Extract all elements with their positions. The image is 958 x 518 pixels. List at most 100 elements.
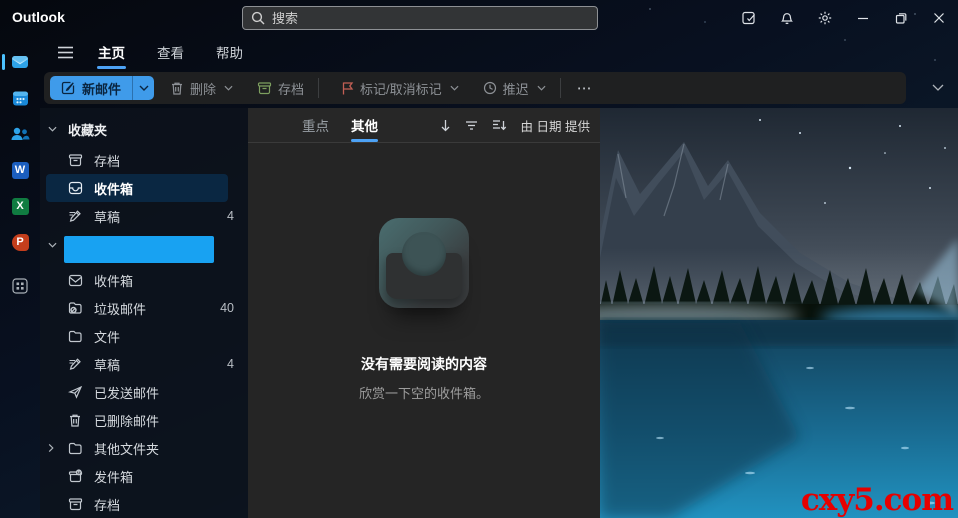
archive-label: 存档 — [278, 81, 305, 97]
word-icon: W — [11, 161, 29, 179]
outbox-icon — [68, 469, 84, 483]
folder-item-drafts-account[interactable]: 草稿 4 — [40, 350, 248, 378]
drafts-pencil-icon — [68, 357, 84, 371]
minimize-button[interactable] — [844, 0, 882, 36]
new-mail-label: 新邮件 — [82, 81, 122, 97]
empty-state-title: 没有需要阅读的内容 — [361, 356, 487, 372]
flag-button[interactable]: 标记/取消标记 — [333, 75, 467, 101]
rail-powerpoint-button[interactable]: P — [0, 224, 40, 260]
folder-item-inbox-selected[interactable]: 收件箱 — [46, 174, 228, 202]
folder-item-archive[interactable]: 存档 — [40, 146, 248, 174]
folder-label: 发件箱 — [94, 469, 134, 485]
rail-more-apps-button[interactable] — [0, 268, 40, 304]
snooze-label: 推迟 — [502, 81, 529, 97]
favorites-header[interactable]: 收藏夹 — [40, 116, 248, 142]
toolbar-separator — [559, 78, 561, 98]
folder-label: 其他文件夹 — [94, 441, 160, 457]
flag-label: 标记/取消标记 — [360, 81, 442, 97]
more-options-button[interactable]: ⋯ — [567, 79, 603, 97]
folder-item-junk[interactable]: 垃圾邮件 40 — [40, 294, 248, 322]
folder-count: 4 — [227, 209, 234, 223]
toolbar-row: 新邮件 删除 存档 标记/取消标记 推迟 ⋯ — [40, 68, 958, 108]
ribbon-menubar: 主页 查看 帮助 — [40, 36, 958, 69]
folder-item-deleted[interactable]: 已删除邮件 — [40, 406, 248, 434]
sort-direction-arrow-icon[interactable] — [440, 119, 451, 132]
folder-label: 收件箱 — [94, 181, 134, 197]
folder-label: 草稿 — [94, 209, 121, 225]
compose-icon — [61, 81, 75, 95]
app-rail: W X P — [0, 36, 40, 518]
apps-grid-icon — [12, 278, 28, 294]
empty-inbox-illustration — [379, 218, 469, 308]
close-button[interactable] — [920, 0, 958, 36]
chevron-down-icon — [139, 85, 149, 91]
folder-label: 文件 — [94, 329, 121, 345]
folder-label: 已删除邮件 — [94, 413, 160, 429]
people-icon — [11, 127, 30, 140]
sort-options-icon[interactable] — [492, 119, 507, 131]
junk-folder-icon — [68, 301, 84, 315]
sort-by-date-label[interactable]: 由 日期 提供 — [521, 116, 590, 135]
chevron-down-icon — [224, 85, 233, 91]
new-mail-button[interactable]: 新邮件 — [50, 76, 132, 100]
delete-button[interactable]: 删除 — [162, 75, 241, 101]
tab-focused[interactable]: 重点 — [294, 109, 337, 141]
tab-other[interactable]: 其他 — [343, 109, 386, 142]
folder-label: 已发送邮件 — [94, 385, 160, 401]
tab-help[interactable]: 帮助 — [206, 38, 253, 66]
delete-label: 删除 — [190, 81, 217, 97]
folder-count: 40 — [220, 301, 234, 315]
calendar-icon — [12, 91, 28, 105]
word-letter: W — [14, 164, 26, 176]
folder-item-inbox[interactable]: 收件箱 — [40, 266, 248, 294]
folder-item-drafts[interactable]: 草稿 4 — [40, 202, 248, 230]
notifications-bell-icon[interactable] — [768, 0, 806, 36]
snooze-button[interactable]: 推迟 — [475, 75, 554, 101]
new-mail-dropdown[interactable] — [132, 76, 154, 100]
folder-item-files[interactable]: 文件 — [40, 322, 248, 350]
active-rail-indicator — [2, 54, 5, 70]
wallpaper-art — [600, 108, 958, 518]
folder-label: 收件箱 — [94, 273, 134, 289]
rail-excel-button[interactable]: X — [0, 188, 40, 224]
folder-item-archive-account[interactable]: 存档 — [40, 490, 248, 518]
archive-icon — [257, 82, 272, 95]
chevron-right-icon — [48, 443, 54, 453]
search-input[interactable] — [272, 10, 589, 26]
tab-home[interactable]: 主页 — [88, 38, 135, 69]
hamburger-menu-icon[interactable] — [48, 39, 82, 65]
message-list-panel: 重点 其他 由 日期 提供 没有需要阅读的内容 欣赏一下空的收件箱。 — [248, 108, 600, 518]
settings-gear-icon[interactable] — [806, 0, 844, 36]
sent-plane-icon — [68, 385, 84, 399]
search-box[interactable] — [242, 6, 598, 30]
drafts-pencil-icon — [68, 209, 84, 223]
ppt-letter: P — [16, 236, 24, 248]
folder-item-outbox[interactable]: 发件箱 — [40, 462, 248, 490]
notes-icon[interactable] — [730, 0, 768, 36]
chevron-down-icon — [450, 85, 459, 91]
restore-button[interactable] — [882, 0, 920, 36]
inbox-icon — [68, 181, 84, 195]
folder-item-other-folders[interactable]: 其他文件夹 — [40, 434, 248, 462]
tab-view[interactable]: 查看 — [147, 38, 194, 66]
empty-inbox-state: 没有需要阅读的内容 欣赏一下空的收件箱。 — [248, 143, 600, 517]
archive-button[interactable]: 存档 — [249, 75, 312, 101]
inbox-tray-graphic — [386, 232, 462, 299]
folder-icon — [68, 330, 84, 343]
folder-item-sent[interactable]: 已发送邮件 — [40, 378, 248, 406]
rail-word-button[interactable]: W — [0, 152, 40, 188]
wallpaper-night-lake: cxy5.com — [600, 108, 958, 518]
excel-letter: X — [16, 200, 24, 212]
excel-icon: X — [11, 197, 29, 215]
rail-calendar-button[interactable] — [0, 80, 40, 116]
titlebar: Outlook — [0, 0, 958, 36]
rail-mail-button[interactable] — [0, 44, 40, 80]
filter-icon[interactable] — [465, 120, 478, 131]
toolbar-separator — [318, 78, 320, 98]
trash-icon — [172, 82, 183, 95]
account-name-redacted[interactable] — [48, 236, 214, 263]
message-list-header: 重点 其他 由 日期 提供 — [248, 108, 600, 143]
rail-people-button[interactable] — [0, 116, 40, 152]
flag-icon — [342, 82, 354, 95]
ribbon-collapse-chevron-icon[interactable] — [932, 78, 944, 96]
